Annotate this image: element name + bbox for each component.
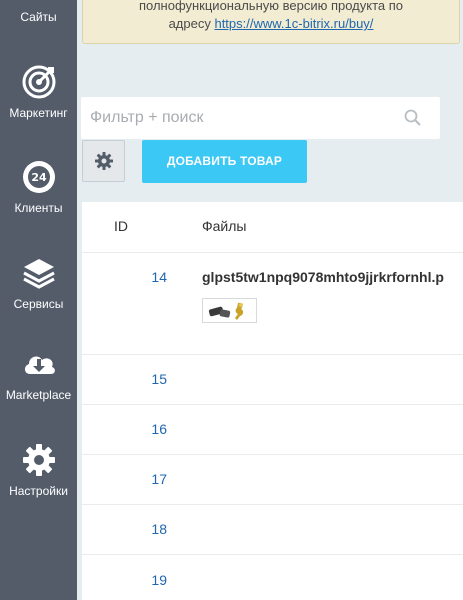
table-row[interactable]: 18 xyxy=(82,505,463,555)
sidebar-item-clients[interactable]: 24 Клиенты xyxy=(0,159,77,215)
search-icon[interactable] xyxy=(404,109,422,127)
file-thumbnail[interactable] xyxy=(202,298,257,323)
clock-24-icon: 24 xyxy=(21,159,57,195)
cloud-download-icon xyxy=(21,346,57,382)
product-image xyxy=(208,302,244,320)
filter-search-box xyxy=(81,97,440,139)
layers-icon xyxy=(21,255,57,291)
sidebar-item-label: Marketplace xyxy=(5,388,72,402)
sidebar-item-label: Настройки xyxy=(9,484,68,498)
table-row[interactable]: 14 glpst5tw1npq9078mhto9jjrkrfornhl.p xyxy=(82,253,463,355)
sidebar-item-label: Маркетинг xyxy=(9,106,68,120)
search-input[interactable] xyxy=(81,97,391,139)
column-header-id[interactable]: ID xyxy=(114,218,128,234)
table-header: ID Файлы xyxy=(82,202,463,253)
row-id[interactable]: 17 xyxy=(82,471,167,487)
column-header-files[interactable]: Файлы xyxy=(202,218,246,234)
sidebar-item-label: Клиенты xyxy=(14,201,63,215)
table-row[interactable]: 16 xyxy=(82,405,463,455)
sidebar-item-sites[interactable]: Сайты xyxy=(0,0,77,24)
sidebar: Сайты Маркетинг 24 Клиенты Сервисы Marke… xyxy=(0,0,77,600)
row-id[interactable]: 15 xyxy=(82,371,167,387)
products-table: ID Файлы 14 glpst5tw1npq9078mhto9jjrkrfo… xyxy=(82,202,463,600)
gear-icon xyxy=(95,152,113,170)
table-row[interactable]: 19 xyxy=(82,555,463,600)
license-notice: полнофункциональную версию продукта по а… xyxy=(82,0,460,44)
gear-icon xyxy=(21,442,57,478)
sidebar-item-settings[interactable]: Настройки xyxy=(0,442,77,498)
row-id[interactable]: 19 xyxy=(82,572,167,588)
buy-link[interactable]: https://www.1c-bitrix.ru/buy/ xyxy=(214,16,373,31)
notice-text: полнофункциональную версию продукта по xyxy=(138,0,404,13)
sidebar-item-marketing[interactable]: Маркетинг xyxy=(0,64,77,120)
list-settings-button[interactable] xyxy=(82,140,125,182)
sidebar-item-services[interactable]: Сервисы xyxy=(0,255,77,311)
row-id[interactable]: 14 xyxy=(82,269,167,285)
target-icon xyxy=(21,64,57,100)
notice-text-prefix: адресу xyxy=(168,16,215,31)
table-row[interactable]: 17 xyxy=(82,455,463,505)
row-id[interactable]: 16 xyxy=(82,421,167,437)
add-product-button[interactable]: ДОБАВИТЬ ТОВАР xyxy=(142,140,307,183)
sidebar-item-marketplace[interactable]: Marketplace xyxy=(0,346,77,402)
table-row[interactable]: 15 xyxy=(82,355,463,405)
file-name: glpst5tw1npq9078mhto9jjrkrfornhl.p xyxy=(202,269,444,285)
svg-text:24: 24 xyxy=(31,171,47,184)
row-id[interactable]: 18 xyxy=(82,521,167,537)
sidebar-item-label: Сервисы xyxy=(13,297,64,311)
sidebar-item-label: Сайты xyxy=(20,10,57,24)
